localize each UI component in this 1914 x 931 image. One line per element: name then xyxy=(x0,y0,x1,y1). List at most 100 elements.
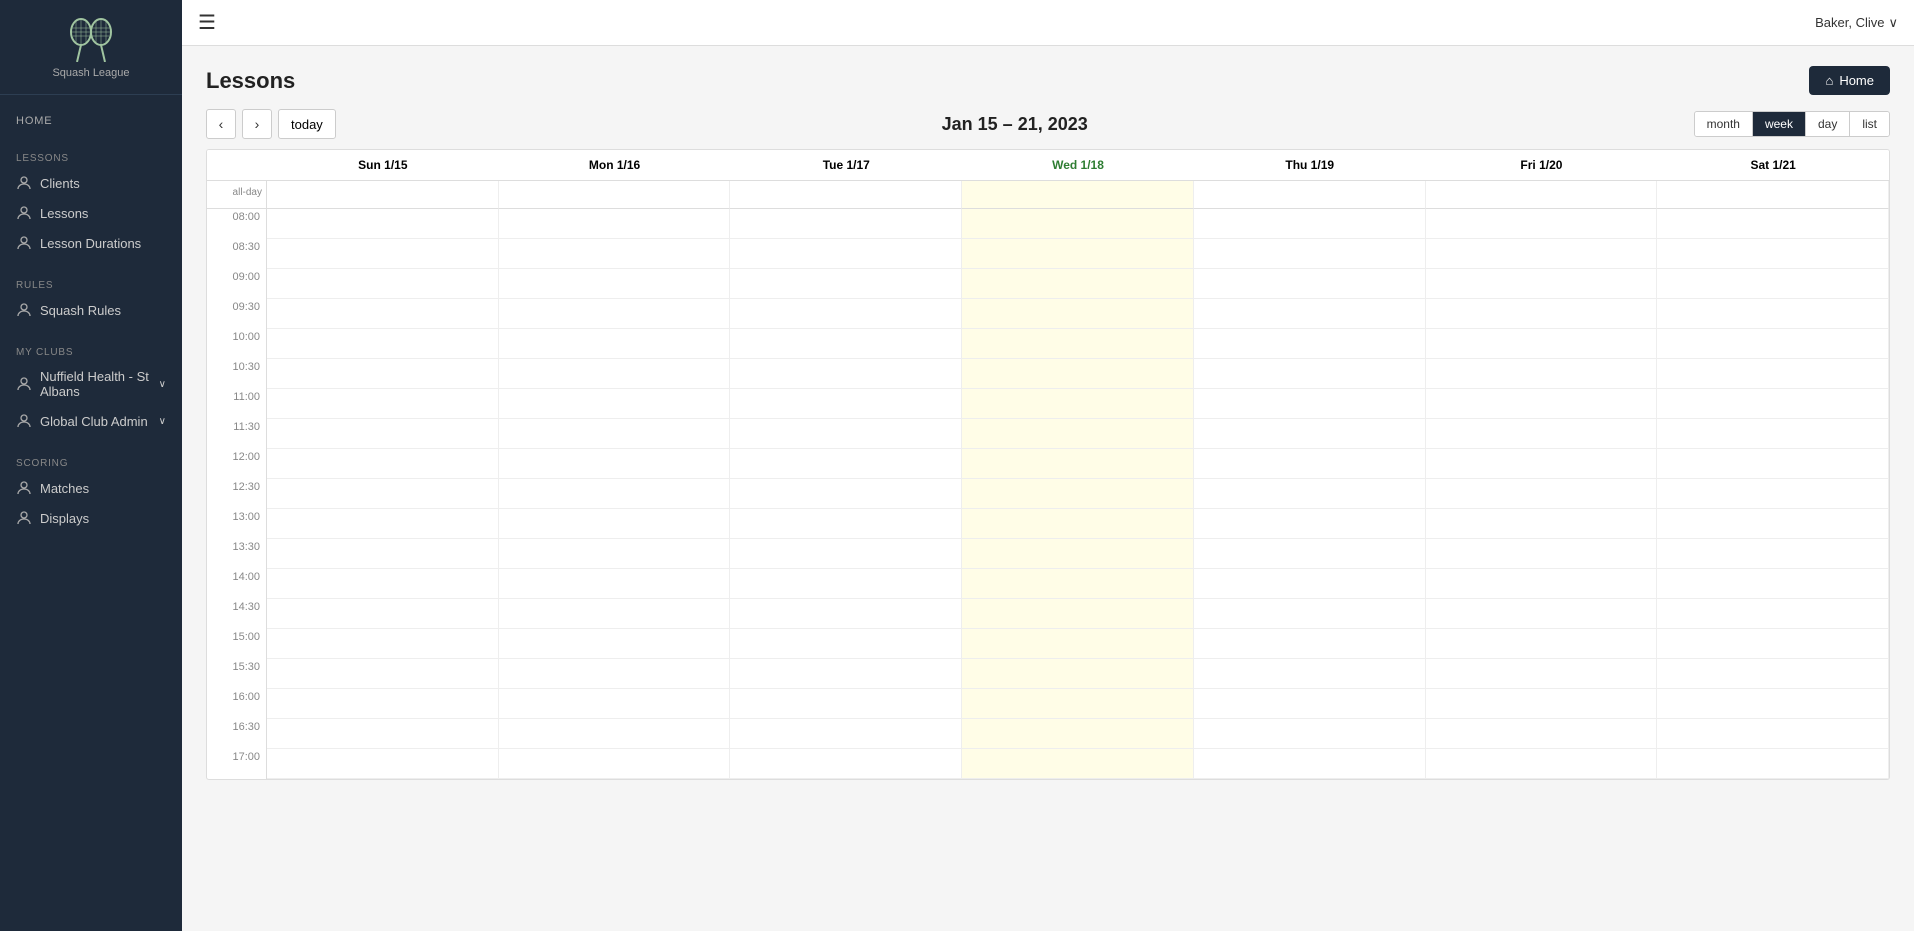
cal-time-cell[interactable] xyxy=(499,569,731,599)
cal-time-cell[interactable] xyxy=(962,239,1194,269)
cal-time-cell[interactable] xyxy=(499,209,731,239)
cal-time-cell[interactable] xyxy=(730,749,962,779)
allday-cell[interactable] xyxy=(267,181,499,209)
cal-time-cell[interactable] xyxy=(1194,329,1426,359)
cal-time-cell[interactable] xyxy=(1194,629,1426,659)
cal-time-cell[interactable] xyxy=(1426,539,1658,569)
cal-time-cell[interactable] xyxy=(267,359,499,389)
cal-time-cell[interactable] xyxy=(962,329,1194,359)
cal-time-cell[interactable] xyxy=(1426,659,1658,689)
cal-time-cell[interactable] xyxy=(499,389,731,419)
cal-time-cell[interactable] xyxy=(730,569,962,599)
cal-time-cell[interactable] xyxy=(1426,239,1658,269)
sidebar-item-global-club-admin[interactable]: Global Club Admin ∨ xyxy=(0,406,182,436)
cal-time-cell[interactable] xyxy=(962,509,1194,539)
cal-time-cell[interactable] xyxy=(1657,539,1889,569)
cal-time-cell[interactable] xyxy=(1657,389,1889,419)
cal-time-cell[interactable] xyxy=(1426,269,1658,299)
cal-time-cell[interactable] xyxy=(1657,749,1889,779)
cal-time-cell[interactable] xyxy=(267,689,499,719)
allday-cell[interactable] xyxy=(1194,181,1426,209)
cal-time-cell[interactable] xyxy=(1194,239,1426,269)
cal-view-month[interactable]: month xyxy=(1695,112,1753,136)
cal-time-cell[interactable] xyxy=(730,239,962,269)
cal-time-cell[interactable] xyxy=(962,569,1194,599)
cal-time-cell[interactable] xyxy=(1194,269,1426,299)
cal-time-cell[interactable] xyxy=(962,599,1194,629)
cal-time-cell[interactable] xyxy=(1657,239,1889,269)
cal-time-cell[interactable] xyxy=(267,629,499,659)
cal-time-cell[interactable] xyxy=(1657,419,1889,449)
cal-time-cell[interactable] xyxy=(267,479,499,509)
cal-time-cell[interactable] xyxy=(730,539,962,569)
cal-time-cell[interactable] xyxy=(499,719,731,749)
cal-time-cell[interactable] xyxy=(1657,209,1889,239)
sidebar-item-nuffield-health[interactable]: Nuffield Health - St Albans ∨ xyxy=(0,362,182,406)
cal-time-cell[interactable] xyxy=(1194,449,1426,479)
cal-time-cell[interactable] xyxy=(1657,269,1889,299)
cal-time-cell[interactable] xyxy=(730,209,962,239)
allday-cell[interactable] xyxy=(499,181,731,209)
cal-time-cell[interactable] xyxy=(1426,599,1658,629)
sidebar-item-displays[interactable]: Displays xyxy=(0,503,182,533)
cal-time-cell[interactable] xyxy=(499,539,731,569)
cal-today-button[interactable]: today xyxy=(278,109,336,139)
cal-time-cell[interactable] xyxy=(1194,299,1426,329)
cal-time-cell[interactable] xyxy=(1657,599,1889,629)
cal-view-list[interactable]: list xyxy=(1850,112,1889,136)
cal-time-cell[interactable] xyxy=(1657,329,1889,359)
cal-view-week[interactable]: week xyxy=(1753,112,1806,136)
cal-time-cell[interactable] xyxy=(499,239,731,269)
cal-time-cell[interactable] xyxy=(267,719,499,749)
cal-time-cell[interactable] xyxy=(1657,479,1889,509)
cal-time-cell[interactable] xyxy=(1426,419,1658,449)
cal-time-cell[interactable] xyxy=(1426,299,1658,329)
cal-time-cell[interactable] xyxy=(730,449,962,479)
cal-time-cell[interactable] xyxy=(1657,359,1889,389)
cal-time-cell[interactable] xyxy=(267,389,499,419)
cal-time-cell[interactable] xyxy=(499,479,731,509)
cal-time-cell[interactable] xyxy=(499,449,731,479)
cal-time-cell[interactable] xyxy=(499,599,731,629)
home-button[interactable]: ⌂ Home xyxy=(1809,66,1890,95)
cal-time-cell[interactable] xyxy=(962,749,1194,779)
sidebar-item-squash-rules[interactable]: Squash Rules xyxy=(0,295,182,325)
cal-time-cell[interactable] xyxy=(730,659,962,689)
cal-time-cell[interactable] xyxy=(1657,719,1889,749)
cal-time-cell[interactable] xyxy=(1657,689,1889,719)
cal-time-cell[interactable] xyxy=(267,269,499,299)
cal-time-cell[interactable] xyxy=(730,719,962,749)
cal-time-cell[interactable] xyxy=(499,329,731,359)
cal-time-cell[interactable] xyxy=(1194,659,1426,689)
cal-time-cell[interactable] xyxy=(730,299,962,329)
cal-time-cell[interactable] xyxy=(1657,449,1889,479)
cal-time-cell[interactable] xyxy=(499,359,731,389)
cal-time-cell[interactable] xyxy=(962,269,1194,299)
cal-time-cell[interactable] xyxy=(1194,569,1426,599)
cal-time-cell[interactable] xyxy=(1194,599,1426,629)
cal-time-cell[interactable] xyxy=(267,599,499,629)
cal-time-cell[interactable] xyxy=(962,449,1194,479)
cal-time-cell[interactable] xyxy=(499,269,731,299)
cal-prev-button[interactable]: ‹ xyxy=(206,109,236,139)
cal-time-cell[interactable] xyxy=(1194,209,1426,239)
cal-time-cell[interactable] xyxy=(730,689,962,719)
cal-time-cell[interactable] xyxy=(1426,749,1658,779)
cal-time-cell[interactable] xyxy=(267,569,499,599)
cal-time-cell[interactable] xyxy=(962,299,1194,329)
cal-time-cell[interactable] xyxy=(1426,479,1658,509)
cal-time-cell[interactable] xyxy=(1194,419,1426,449)
cal-time-cell[interactable] xyxy=(1426,509,1658,539)
cal-time-cell[interactable] xyxy=(267,419,499,449)
cal-time-cell[interactable] xyxy=(499,299,731,329)
cal-time-cell[interactable] xyxy=(1426,569,1658,599)
cal-time-cell[interactable] xyxy=(1426,629,1658,659)
cal-time-cell[interactable] xyxy=(1194,539,1426,569)
cal-time-cell[interactable] xyxy=(499,749,731,779)
cal-time-cell[interactable] xyxy=(730,479,962,509)
cal-time-cell[interactable] xyxy=(1426,209,1658,239)
cal-time-cell[interactable] xyxy=(1194,749,1426,779)
cal-time-cell[interactable] xyxy=(730,389,962,419)
cal-time-cell[interactable] xyxy=(730,419,962,449)
allday-cell[interactable] xyxy=(730,181,962,209)
